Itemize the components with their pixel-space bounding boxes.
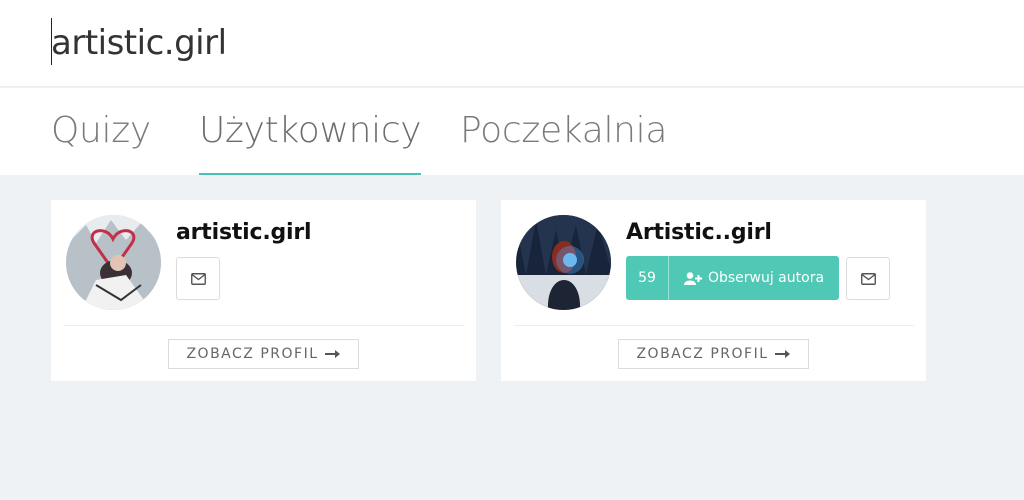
search-input[interactable]: [51, 20, 951, 66]
view-profile-label: ZOBACZ PROFIL: [636, 346, 769, 362]
view-profile-label: ZOBACZ PROFIL: [186, 346, 319, 362]
envelope-icon: [190, 272, 206, 285]
username[interactable]: Artistic..girl: [626, 220, 772, 245]
message-button[interactable]: [846, 257, 890, 300]
text-caret: [51, 18, 52, 65]
view-profile-button[interactable]: ZOBACZ PROFIL: [168, 339, 359, 369]
tab-bar: Quizy Użytkownicy Poczekalnia: [0, 88, 1024, 175]
arrow-right-icon: [324, 350, 340, 358]
follower-count: 59: [626, 256, 669, 300]
message-button[interactable]: [176, 257, 220, 300]
follow-author-label-wrap: Obserwuj autora: [669, 256, 839, 300]
follow-author-label: Obserwuj autora: [707, 270, 825, 286]
tab-uzytkownicy[interactable]: Użytkownicy: [199, 110, 422, 175]
search-bar: [0, 0, 1024, 87]
tab-quizy[interactable]: Quizy: [51, 110, 151, 175]
avatar[interactable]: [516, 215, 611, 310]
divider: [514, 325, 914, 326]
username[interactable]: artistic.girl: [176, 220, 312, 245]
tab-poczekalnia[interactable]: Poczekalnia: [460, 110, 667, 175]
avatar[interactable]: [66, 215, 161, 310]
arrow-right-icon: [774, 350, 790, 358]
user-card: Artistic..girl 59 Obserwuj autora ZOBACZ…: [501, 200, 926, 381]
view-profile-button[interactable]: ZOBACZ PROFIL: [618, 339, 809, 369]
divider: [64, 325, 464, 326]
user-card: artistic.girl ZOBACZ PROFIL: [51, 200, 476, 381]
user-plus-icon: [683, 271, 702, 285]
envelope-icon: [860, 272, 876, 285]
follow-author-button[interactable]: 59 Obserwuj autora: [626, 256, 839, 300]
